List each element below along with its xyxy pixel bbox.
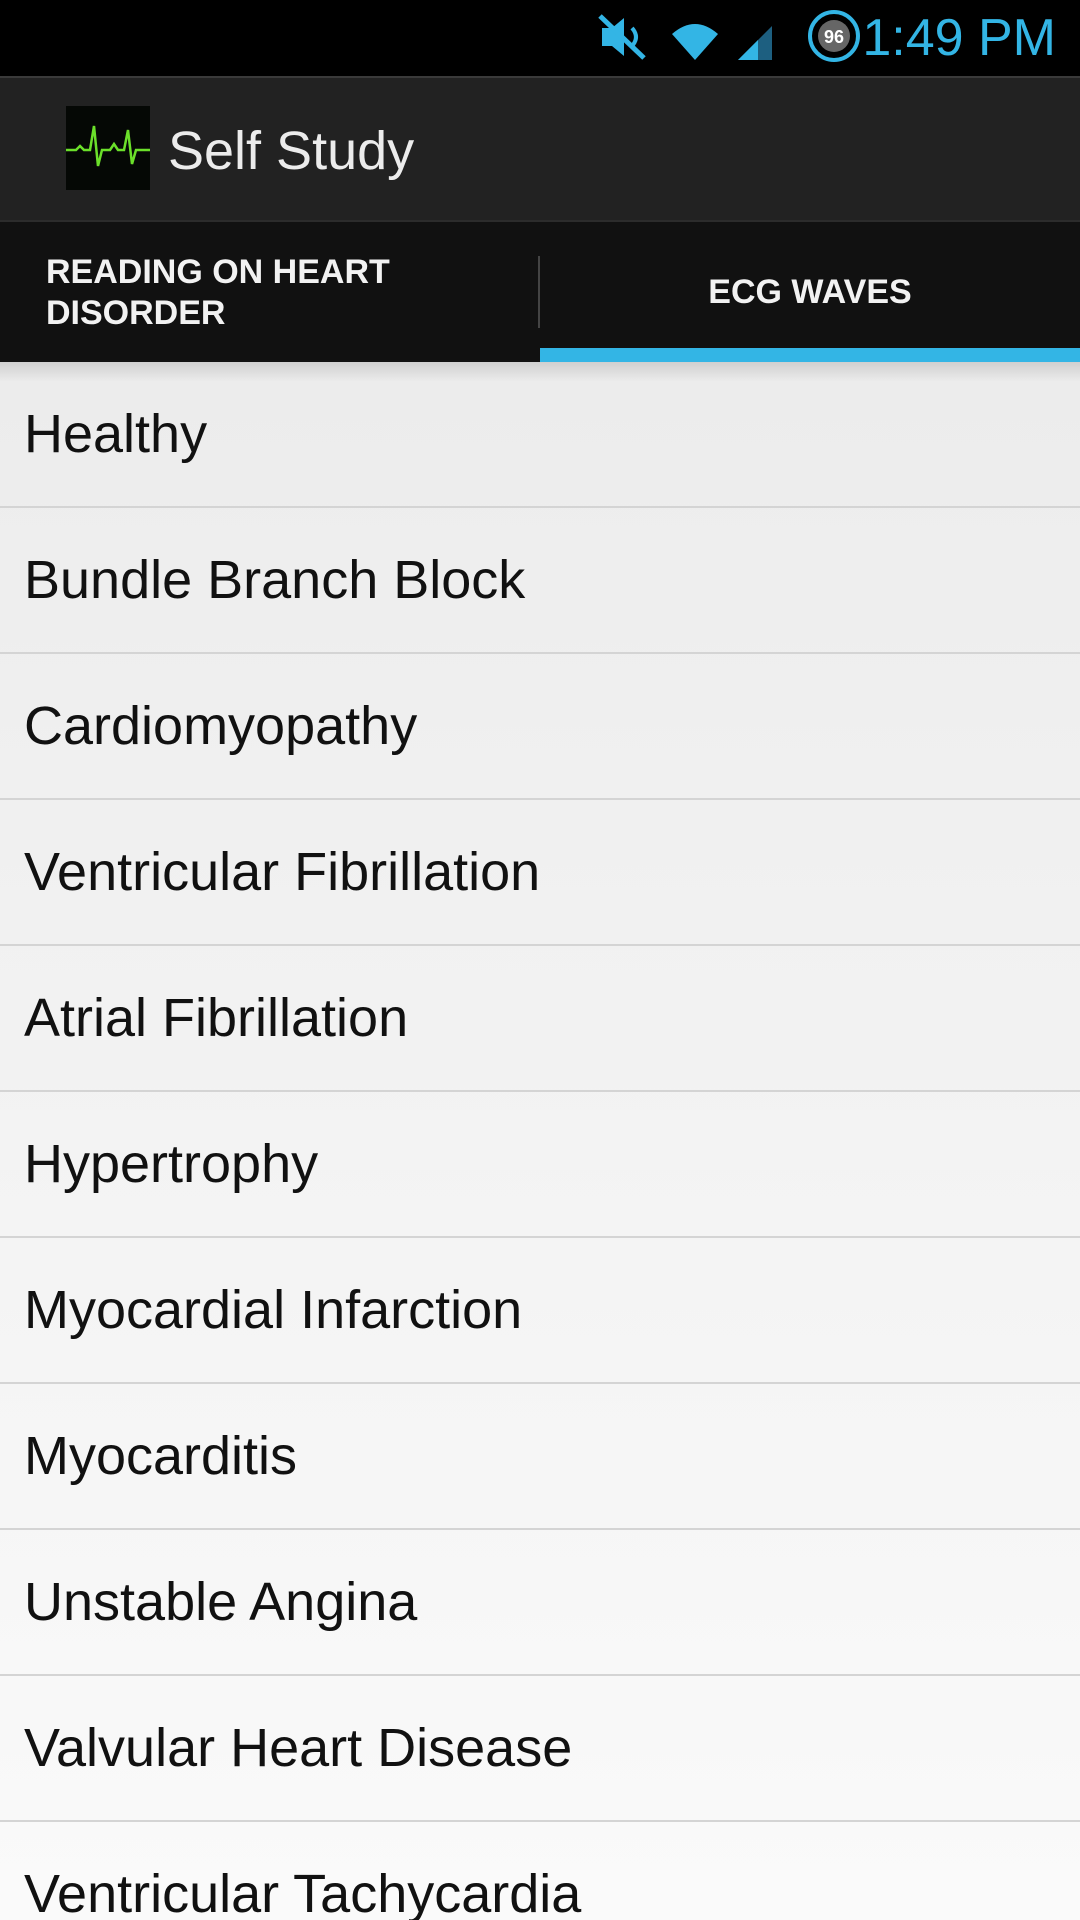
list-item[interactable]: Cardiomyopathy: [0, 654, 1080, 800]
signal-icon: [738, 26, 772, 60]
status-time: 1:49 PM: [862, 9, 1056, 67]
list-item[interactable]: Ventricular Tachycardia: [0, 1822, 1080, 1920]
ecg-waves-list[interactable]: Healthy Bundle Branch Block Cardiomyopat…: [0, 362, 1080, 1920]
tab-label: ECG WAVES: [708, 273, 912, 311]
app-title: Self Study: [168, 121, 415, 181]
list-top-shadow: [0, 362, 1080, 382]
list-item[interactable]: Ventricular Fibrillation: [0, 800, 1080, 946]
ecg-wave-icon: [66, 106, 150, 190]
wifi-icon: [672, 24, 718, 60]
list-item[interactable]: Valvular Heart Disease: [0, 1676, 1080, 1822]
list-item[interactable]: Atrial Fibrillation: [0, 946, 1080, 1092]
tab-reading-on-heart-disorder[interactable]: READING ON HEART DISORDER: [0, 222, 538, 364]
list-item[interactable]: Hypertrophy: [0, 1092, 1080, 1238]
tab-ecg-waves[interactable]: ECG WAVES: [540, 222, 1080, 364]
list-item[interactable]: Myocardial Infarction: [0, 1238, 1080, 1384]
action-bar: Self Study: [0, 76, 1080, 220]
tab-bar: READING ON HEART DISORDER ECG WAVES: [0, 220, 1080, 364]
ecg-app-icon[interactable]: [66, 106, 150, 190]
battery-icon: 96: [808, 10, 860, 62]
muted-icon: [598, 14, 646, 60]
list-item[interactable]: Myocarditis: [0, 1384, 1080, 1530]
status-bar: 96 1:49 PM: [0, 0, 1080, 76]
list-item[interactable]: Unstable Angina: [0, 1530, 1080, 1676]
list-item[interactable]: Bundle Branch Block: [0, 508, 1080, 654]
tab-label: READING ON HEART DISORDER: [46, 253, 390, 332]
battery-level: 96: [824, 27, 844, 47]
list-item[interactable]: Healthy: [0, 362, 1080, 508]
